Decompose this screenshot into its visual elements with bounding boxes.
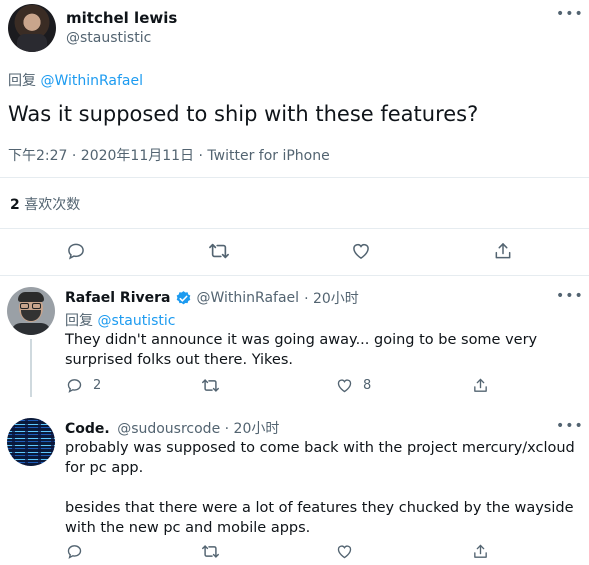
source[interactable]: Twitter for iPhone bbox=[207, 148, 329, 164]
more-icon[interactable]: ••• bbox=[556, 288, 584, 304]
separator: · bbox=[194, 148, 208, 164]
tweet-paragraph: besides that there were a lot of feature… bbox=[65, 500, 574, 536]
like-button[interactable]: 8 bbox=[336, 377, 371, 394]
author-handle[interactable]: @sudousrcode bbox=[117, 421, 220, 437]
thread-line bbox=[30, 339, 32, 397]
reply-time[interactable]: · 20小时 bbox=[304, 288, 359, 308]
retweet-button[interactable] bbox=[201, 377, 220, 394]
share-button[interactable] bbox=[472, 543, 489, 560]
retweet-button[interactable] bbox=[208, 241, 230, 261]
more-icon[interactable]: ••• bbox=[556, 6, 584, 22]
author-name[interactable]: mitchel lewis bbox=[66, 9, 177, 27]
likes-count: 2 bbox=[10, 197, 20, 213]
author-name[interactable]: Rafael Rivera bbox=[65, 290, 171, 306]
like-icon bbox=[351, 241, 371, 261]
like-button[interactable] bbox=[351, 241, 371, 261]
tweet-meta: 下午2:27 · 2020年11月11日 · Twitter for iPhon… bbox=[8, 145, 330, 165]
avatar[interactable] bbox=[8, 4, 56, 52]
author-handle[interactable]: @staustistic bbox=[66, 30, 151, 46]
reply-icon bbox=[66, 377, 83, 394]
reply-header: Code. @sudousrcode · 20小时 bbox=[65, 418, 279, 438]
divider bbox=[0, 177, 589, 178]
like-icon bbox=[336, 377, 353, 394]
reply-icon bbox=[66, 241, 86, 261]
share-button[interactable] bbox=[472, 377, 489, 394]
share-icon bbox=[472, 543, 489, 560]
author-name[interactable]: Code. bbox=[65, 421, 110, 437]
likes-label: 喜欢次数 bbox=[24, 197, 81, 213]
like-icon bbox=[336, 543, 353, 560]
avatar[interactable] bbox=[7, 418, 55, 466]
reply-to-link[interactable]: @stautistic bbox=[97, 313, 175, 329]
reply-button[interactable] bbox=[66, 241, 86, 261]
reply-count: 2 bbox=[93, 378, 102, 393]
reply-context: 回复 @WithinRafael bbox=[8, 70, 143, 90]
reply-prefix: 回复 bbox=[8, 73, 36, 89]
tweet-text: They didn't announce it was going away..… bbox=[65, 332, 538, 368]
timestamp[interactable]: 下午2:27 · 2020年11月11日 bbox=[8, 148, 194, 164]
tweet-paragraph: probably was supposed to come back with … bbox=[65, 440, 575, 476]
verified-icon bbox=[175, 290, 192, 307]
retweet-button[interactable] bbox=[201, 543, 220, 560]
like-count: 8 bbox=[363, 378, 372, 393]
avatar[interactable] bbox=[7, 287, 55, 335]
reply-context: 回复 @stautistic bbox=[65, 310, 175, 330]
retweet-icon bbox=[208, 241, 230, 261]
reply-to-link[interactable]: @WithinRafael bbox=[40, 73, 143, 89]
share-icon bbox=[472, 377, 489, 394]
share-icon bbox=[493, 241, 513, 261]
divider bbox=[0, 228, 589, 229]
likes-stat[interactable]: 2 喜欢次数 bbox=[10, 194, 80, 214]
author-handle[interactable]: @WithinRafael bbox=[197, 290, 300, 306]
divider bbox=[0, 275, 589, 276]
reply-time[interactable]: · 20小时 bbox=[225, 421, 280, 437]
more-icon[interactable]: ••• bbox=[556, 418, 584, 434]
tweet-text: probably was supposed to come back with … bbox=[65, 438, 575, 538]
reply-icon bbox=[66, 543, 83, 560]
tweet-text: Was it supposed to ship with these featu… bbox=[8, 102, 479, 126]
reply-prefix: 回复 bbox=[65, 313, 93, 329]
like-button[interactable] bbox=[336, 543, 353, 560]
share-button[interactable] bbox=[493, 241, 513, 261]
reply-button[interactable] bbox=[66, 543, 83, 560]
reply-button[interactable]: 2 bbox=[66, 377, 101, 394]
retweet-icon bbox=[201, 543, 220, 560]
reply-header: Rafael Rivera @WithinRafael · 20小时 bbox=[65, 288, 359, 308]
retweet-icon bbox=[201, 377, 220, 394]
